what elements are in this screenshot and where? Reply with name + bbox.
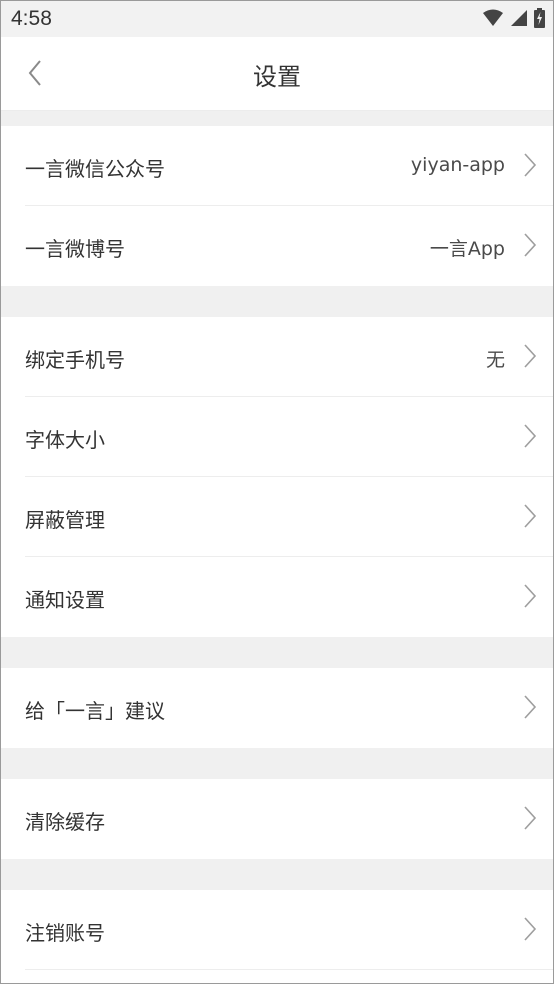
setting-label: 绑定手机号 xyxy=(25,348,125,372)
setting-row-clear-cache[interactable]: 清除缓存 xyxy=(25,779,553,859)
battery-charging-icon xyxy=(534,8,545,28)
setting-row-wechat[interactable]: 一言微信公众号 yiyan-app xyxy=(25,126,553,206)
setting-value: yiyan-app xyxy=(410,154,505,176)
setting-row-font-size[interactable]: 字体大小 xyxy=(25,397,553,477)
app-header: 设置 xyxy=(1,37,553,111)
section-divider xyxy=(1,111,553,126)
page-title: 设置 xyxy=(253,63,301,91)
settings-group-account: 绑定手机号 无 字体大小 屏蔽管理 通知设置 xyxy=(1,317,553,637)
section-divider xyxy=(1,637,553,668)
setting-row-feedback[interactable]: 给「一言」建议 xyxy=(25,668,553,748)
section-divider xyxy=(1,748,553,779)
setting-label: 一言微信公众号 xyxy=(25,157,165,181)
setting-label: 字体大小 xyxy=(25,428,105,452)
settings-group-cache: 清除缓存 xyxy=(1,779,553,859)
settings-screen: 4:58 设置 一言微信公众号 yiyan-app 一言微博号 一言App 绑定… xyxy=(0,0,554,984)
settings-group-delete-account: 注销账号 xyxy=(1,890,553,970)
status-icons xyxy=(482,8,545,28)
setting-label: 清除缓存 xyxy=(25,810,105,834)
chevron-right-icon xyxy=(524,504,537,528)
chevron-right-icon xyxy=(524,424,537,448)
status-bar: 4:58 xyxy=(1,1,553,37)
settings-list: 一言微信公众号 yiyan-app 一言微博号 一言App 绑定手机号 无 字体… xyxy=(1,111,553,970)
chevron-right-icon xyxy=(524,584,537,608)
setting-label: 屏蔽管理 xyxy=(25,508,105,532)
setting-row-weibo[interactable]: 一言微博号 一言App xyxy=(25,206,553,286)
setting-label: 通知设置 xyxy=(25,588,105,612)
cell-signal-icon xyxy=(510,9,528,27)
chevron-right-icon xyxy=(524,806,537,830)
setting-row-bind-phone[interactable]: 绑定手机号 无 xyxy=(25,317,553,397)
setting-row-block-management[interactable]: 屏蔽管理 xyxy=(25,477,553,557)
setting-value: 一言App xyxy=(429,238,505,260)
chevron-right-icon xyxy=(524,153,537,177)
chevron-right-icon xyxy=(524,233,537,257)
setting-row-notifications[interactable]: 通知设置 xyxy=(25,557,553,637)
chevron-right-icon xyxy=(524,917,537,941)
section-divider xyxy=(1,859,553,890)
setting-label: 给「一言」建议 xyxy=(25,699,165,723)
setting-label: 注销账号 xyxy=(25,921,105,945)
settings-group-social: 一言微信公众号 yiyan-app 一言微博号 一言App xyxy=(1,126,553,286)
setting-label: 一言微博号 xyxy=(25,237,125,261)
chevron-right-icon xyxy=(524,344,537,368)
wifi-icon xyxy=(482,9,504,27)
settings-group-feedback: 给「一言」建议 xyxy=(1,668,553,748)
setting-row-delete-account[interactable]: 注销账号 xyxy=(25,890,553,970)
setting-value: 无 xyxy=(485,349,505,371)
section-divider xyxy=(1,286,553,317)
status-time: 4:58 xyxy=(11,7,52,30)
chevron-right-icon xyxy=(524,695,537,719)
